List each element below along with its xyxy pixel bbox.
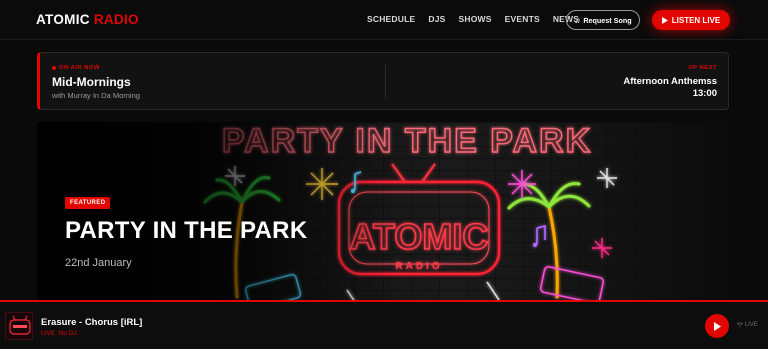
signal-icon: •|•	[737, 322, 743, 328]
hero-date: 22nd January	[65, 257, 132, 269]
neon-palm-right	[507, 181, 591, 299]
now-playing-track: Erasure - Chorus [iRL]	[41, 317, 143, 328]
nav-events[interactable]: EVENTS	[505, 14, 540, 24]
nav-shows[interactable]: SHOWS	[459, 14, 492, 24]
nav-schedule[interactable]: SCHEDULE	[367, 14, 415, 24]
neon-logo-sub-text: RADIO	[395, 261, 442, 272]
request-song-label: Request Song	[583, 15, 632, 25]
play-icon	[661, 16, 668, 24]
hero-gradient-overlay	[37, 122, 397, 302]
player-play-button[interactable]	[705, 314, 729, 338]
player-bar: Erasure - Chorus [iRL] LIVE: No DJ •|• L…	[0, 300, 768, 349]
artwork-thumbnail	[6, 313, 32, 339]
hero-title[interactable]: PARTY IN THE PARK	[65, 217, 307, 245]
request-song-button[interactable]: ♫ Request Song	[566, 10, 640, 30]
track-artwork	[5, 312, 33, 340]
featured-hero[interactable]: PARTY IN THE PARK ATOMIC RADIO FEATURED …	[37, 122, 729, 302]
now-playing-status: LIVE: No DJ	[41, 330, 77, 337]
current-show-host: with Murray In Da Morning	[52, 91, 140, 100]
main-nav: SCHEDULE DJS SHOWS EVENTS NEWS	[367, 14, 592, 24]
next-show-title: Afternoon Anthemss	[623, 76, 717, 87]
play-icon	[714, 321, 721, 331]
live-indicator: •|• LIVE	[737, 322, 758, 328]
on-air-divider	[385, 65, 386, 99]
listen-live-button[interactable]: LISTEN LIVE	[652, 10, 730, 30]
site-logo[interactable]: ATOMIC RADIO	[36, 12, 139, 27]
live-indicator-label: LIVE	[744, 322, 758, 328]
listen-live-label: LISTEN LIVE	[671, 15, 721, 25]
on-air-card[interactable]: ON AIR NOW Mid-Mornings with Murray In D…	[37, 52, 729, 110]
featured-badge: FEATURED	[65, 197, 111, 209]
on-air-tag-label: ON AIR NOW	[59, 65, 100, 71]
music-note-icon: ♫	[574, 15, 581, 25]
up-next-tag: UP NEXT	[688, 65, 717, 71]
nav-djs[interactable]: DJS	[428, 14, 445, 24]
site-header: ATOMIC RADIO SCHEDULE DJS SHOWS EVENTS N…	[0, 0, 768, 40]
live-dot-icon	[52, 66, 56, 70]
current-show-title: Mid-Mornings	[52, 75, 131, 89]
logo-word-atomic: ATOMIC	[36, 12, 90, 27]
next-show-time: 13:00	[692, 88, 717, 99]
logo-word-radio: RADIO	[93, 12, 139, 27]
on-air-tag: ON AIR NOW	[52, 65, 100, 71]
